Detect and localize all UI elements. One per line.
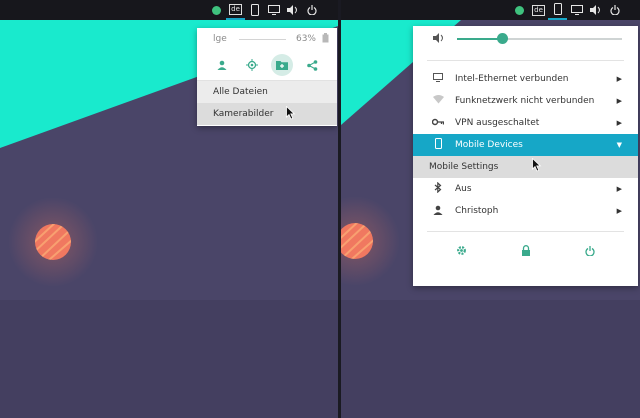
bluetooth-item-label: Aus [455, 184, 472, 194]
chevron-right-icon: ▶ [616, 97, 622, 105]
left-screen: de lge 63% Alle Dateien Kamerabilder [0, 0, 338, 418]
system-menu-popup: Intel-Ethernet verbunden ▶ Funknetzwerk … [413, 26, 638, 286]
system-tray: de [207, 0, 321, 20]
display-icon[interactable] [567, 0, 586, 20]
share-icon[interactable] [301, 54, 323, 76]
green-status-icon[interactable] [510, 0, 529, 20]
location-icon[interactable] [241, 54, 263, 76]
power-icon[interactable] [585, 245, 595, 259]
chevron-right-icon: ▶ [616, 185, 622, 193]
user-item[interactable]: Christoph ▶ [413, 200, 638, 222]
network-item-mobile-devices[interactable]: Mobile Devices ▼ [413, 134, 638, 156]
ethernet-icon [431, 73, 445, 85]
volume-icon[interactable] [283, 0, 302, 20]
network-item-ethernet[interactable]: Intel-Ethernet verbunden ▶ [413, 68, 638, 90]
top-panel: de [0, 0, 338, 20]
network-item-wifi[interactable]: Funknetzwerk nicht verbunden ▶ [413, 90, 638, 112]
phone-icon[interactable] [548, 0, 567, 20]
phone-icon[interactable] [245, 0, 264, 20]
folder-menu: Alle Dateien Kamerabilder [197, 80, 337, 125]
network-item-mobile-devices-label: Mobile Devices [455, 140, 523, 150]
system-tray: de [510, 0, 624, 20]
phone-icon [431, 138, 445, 152]
keyboard-layout-icon[interactable]: de [226, 0, 245, 20]
menu-item-kamerabilder[interactable]: Kamerabilder [197, 103, 337, 125]
display-icon[interactable] [264, 0, 283, 20]
power-icon[interactable] [605, 0, 624, 20]
battery-icon [322, 32, 329, 46]
volume-icon [433, 32, 445, 46]
battery-bar [238, 38, 286, 40]
user-icon [431, 205, 445, 218]
volume-icon[interactable] [586, 0, 605, 20]
right-screen: de Intel-Ethernet verbunden ▶ Funknetzwe… [341, 0, 640, 418]
battery-share-popup: lge 63% Alle Dateien Kamerabilder [197, 28, 337, 126]
settings-icon[interactable] [456, 245, 467, 259]
network-item-wifi-label: Funknetzwerk nicht verbunden [455, 96, 595, 106]
mouse-cursor [532, 158, 542, 172]
submenu-item-mobile-settings[interactable]: Mobile Settings [413, 156, 638, 178]
share-actions [197, 50, 337, 80]
network-item-vpn-label: VPN ausgeschaltet [455, 118, 540, 128]
person-icon[interactable] [211, 54, 233, 76]
volume-slider-fill [457, 38, 502, 40]
chevron-right-icon: ▶ [616, 119, 622, 127]
wallpaper-sun [35, 224, 71, 260]
folder-icon[interactable] [271, 54, 293, 76]
chevron-right-icon: ▶ [616, 207, 622, 215]
menu-item-alle-dateien[interactable]: Alle Dateien [197, 81, 337, 103]
power-icon[interactable] [302, 0, 321, 20]
system-actions [413, 232, 638, 272]
bluetooth-item[interactable]: Aus ▶ [413, 178, 638, 200]
chevron-down-icon: ▼ [616, 141, 622, 149]
battery-row: lge 63% [197, 28, 337, 50]
network-item-vpn[interactable]: VPN ausgeschaltet ▶ [413, 112, 638, 134]
vpn-key-icon [431, 118, 445, 129]
volume-slider-handle[interactable] [496, 33, 508, 44]
top-panel: de [341, 0, 640, 20]
battery-percent: 63% [295, 34, 316, 44]
battery-label: lge [213, 34, 227, 44]
volume-slider[interactable] [457, 33, 622, 44]
chevron-right-icon: ▶ [616, 75, 622, 83]
network-item-ethernet-label: Intel-Ethernet verbunden [455, 74, 569, 84]
green-status-icon[interactable] [207, 0, 226, 20]
user-item-label: Christoph [455, 206, 499, 216]
keyboard-layout-icon[interactable]: de [529, 0, 548, 20]
bluetooth-icon [431, 181, 445, 196]
wifi-icon [431, 95, 445, 107]
mouse-cursor [286, 106, 296, 120]
submenu-item-mobile-settings-label: Mobile Settings [429, 162, 499, 172]
volume-row [413, 26, 638, 52]
lock-icon[interactable] [521, 245, 531, 259]
